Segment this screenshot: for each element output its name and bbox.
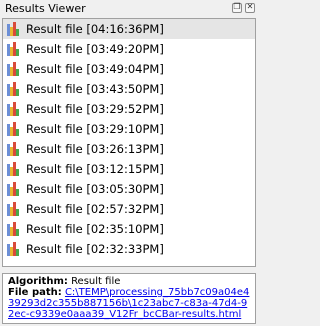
result-item-label: Result file [03:29:10PM] — [26, 122, 164, 136]
bar-chart-icon — [7, 122, 19, 136]
bar-chart-icon — [7, 182, 19, 196]
result-list-item[interactable]: Result file [04:16:36PM] — [3, 19, 255, 39]
result-item-label: Result file [03:26:13PM] — [26, 142, 164, 156]
panel-title: Results Viewer — [5, 2, 86, 15]
result-list-item[interactable]: Result file [03:29:52PM] — [3, 99, 255, 119]
result-item-label: Result file [03:12:15PM] — [26, 162, 164, 176]
result-item-label: Result file [03:05:30PM] — [26, 182, 164, 196]
result-list-item[interactable]: Result file [02:32:33PM] — [3, 239, 255, 259]
bar-chart-icon — [7, 142, 19, 156]
result-list-item[interactable]: Result file [03:43:50PM] — [3, 79, 255, 99]
result-item-label: Result file [02:57:32PM] — [26, 202, 164, 216]
bar-chart-icon — [7, 42, 19, 56]
file-path-line: File path: C:\TEMP\processing_75bb7c09a0… — [8, 287, 252, 320]
result-item-label: Result file [03:43:50PM] — [26, 82, 164, 96]
result-item-label: Result file [02:32:33PM] — [26, 242, 164, 256]
result-list-item[interactable]: Result file [03:49:20PM] — [3, 39, 255, 59]
bar-chart-icon — [7, 102, 19, 116]
file-path-label: File path: — [8, 287, 62, 298]
result-list-item[interactable]: Result file [03:49:04PM] — [3, 59, 255, 79]
algorithm-value: Result file — [71, 276, 121, 287]
result-item-label: Result file [02:35:10PM] — [26, 222, 164, 236]
result-list-item[interactable]: Result file [02:35:10PM] — [3, 219, 255, 239]
results-viewer-panel: Results Viewer ❐ ✕ Result file [04:16:36… — [0, 0, 258, 326]
result-list-item[interactable]: Result file [03:29:10PM] — [3, 119, 255, 139]
algorithm-line: Algorithm: Result file — [8, 276, 252, 287]
close-panel-button[interactable]: ✕ — [245, 2, 255, 13]
bar-chart-icon — [7, 22, 19, 36]
result-list-item[interactable]: Result file [03:26:13PM] — [3, 139, 255, 159]
result-item-label: Result file [03:29:52PM] — [26, 102, 164, 116]
float-icon: ❐ — [233, 2, 241, 11]
float-panel-button[interactable]: ❐ — [232, 2, 242, 13]
bar-chart-icon — [7, 162, 19, 176]
bar-chart-icon — [7, 222, 19, 236]
result-item-label: Result file [04:16:36PM] — [26, 22, 164, 36]
panel-title-bar[interactable]: Results Viewer ❐ ✕ — [0, 0, 258, 18]
result-item-label: Result file [03:49:04PM] — [26, 62, 164, 76]
bar-chart-icon — [7, 62, 19, 76]
bar-chart-icon — [7, 202, 19, 216]
results-list[interactable]: Result file [04:16:36PM] Result file [03:… — [2, 18, 256, 267]
result-list-item[interactable]: Result file [03:12:15PM] — [3, 159, 255, 179]
bar-chart-icon — [7, 242, 19, 256]
close-icon: ✕ — [246, 2, 254, 11]
result-list-item[interactable]: Result file [03:05:30PM] — [3, 179, 255, 199]
algorithm-label: Algorithm: — [8, 276, 68, 287]
result-details: Algorithm: Result file File path: C:\TEM… — [2, 273, 256, 324]
bar-chart-icon — [7, 82, 19, 96]
result-item-label: Result file [03:49:20PM] — [26, 42, 164, 56]
result-list-item[interactable]: Result file [02:57:32PM] — [3, 199, 255, 219]
